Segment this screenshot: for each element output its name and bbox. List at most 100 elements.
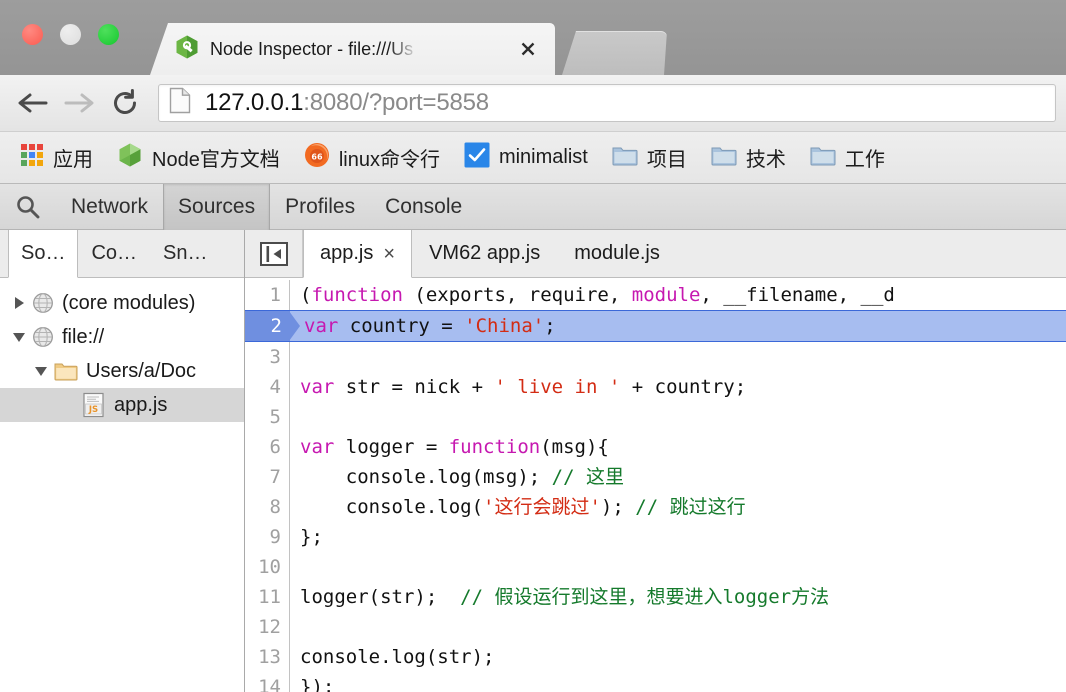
code-text: var logger = function(msg){ (290, 432, 609, 462)
reload-button[interactable] (102, 80, 148, 126)
line-number[interactable]: 10 (245, 552, 290, 582)
code-token-pl: logger = (334, 436, 449, 458)
collapse-sidebar-icon[interactable] (245, 230, 303, 277)
code-token-com: // 这里 (551, 466, 624, 488)
folder-icon (810, 144, 836, 172)
code-line[interactable]: 4 var str = nick + ' live in ' + country; (245, 372, 1066, 402)
line-number[interactable]: 5 (245, 402, 290, 432)
code-lines: 1 (function (exports, require, module, __… (245, 278, 1066, 692)
line-number[interactable]: 3 (245, 342, 290, 372)
code-line[interactable]: 5 (245, 402, 1066, 432)
line-number[interactable]: 12 (245, 612, 290, 642)
bookmark-label: minimalist (498, 146, 588, 168)
close-window-button[interactable] (22, 24, 43, 45)
code-token-pl: console.log(msg); (300, 466, 552, 488)
code-viewer[interactable]: 1 (function (exports, require, module, __… (245, 278, 1066, 692)
file-tab-app-js[interactable]: app.js × (303, 230, 413, 278)
tree-item-label: (core modules) (62, 291, 196, 314)
code-token-kw: function (311, 284, 403, 306)
chevron-down-icon[interactable] (6, 332, 32, 342)
code-token-pl: ; (544, 315, 556, 337)
tab-console[interactable]: Console (370, 184, 477, 230)
line-number[interactable]: 9 (245, 522, 290, 552)
code-token-kw: module (631, 284, 701, 306)
code-line[interactable]: 11 logger(str); // 假设运行到这里，想要进入logger方法 (245, 582, 1066, 612)
bookmark-apps[interactable]: 应用 (14, 139, 103, 177)
url-path: :8080/?port=5858 (303, 89, 489, 116)
tree-item-app-js[interactable]: JS app.js (0, 388, 244, 422)
code-line[interactable]: 9}; (245, 522, 1066, 552)
line-number[interactable]: 7 (245, 462, 290, 492)
tree-item-users-folder[interactable]: Users/a/Doc (0, 354, 244, 388)
code-line[interactable]: 14}); (245, 672, 1066, 692)
sidebar-tab-snippets[interactable]: Sn… (150, 230, 220, 277)
code-line[interactable]: 8 console.log('这行会跳过'); // 跳过这行 (245, 492, 1066, 522)
line-number[interactable]: 1 (245, 280, 290, 310)
sidebar-tab-sources[interactable]: So… (8, 230, 79, 278)
maximize-window-button[interactable] (98, 24, 119, 45)
search-icon[interactable] (0, 194, 56, 220)
code-line[interactable]: 12 (245, 612, 1066, 642)
document-icon (169, 87, 191, 119)
bookmark-label: 应用 (53, 149, 93, 171)
bookmark-label: Node官方文档 (152, 149, 280, 171)
folder-icon (54, 361, 78, 381)
browser-tab-inactive[interactable] (562, 31, 667, 75)
sidebar-tab-content-scripts[interactable]: Co… (78, 230, 150, 277)
code-line[interactable]: 2 var country = 'China'; (245, 310, 1066, 342)
file-tree: (core modules) file:// Users/a/Doc JS ap… (0, 278, 244, 422)
bookmark-folder-tech[interactable]: 技术 (705, 139, 796, 176)
code-token-pl: }); (300, 676, 335, 692)
sidebar-tab-label: Co… (91, 242, 138, 264)
chevron-down-icon[interactable] (28, 366, 54, 376)
bookmark-node-docs[interactable]: Node官方文档 (111, 138, 290, 178)
browser-tab-title: Node Inspector - file:///Us (210, 38, 414, 59)
bookmark-linux-cmd[interactable]: 66 linux命令行 (298, 138, 450, 178)
file-tab-label: module.js (574, 242, 660, 264)
close-file-tab-button[interactable]: × (383, 244, 395, 264)
code-token-pl: country = (338, 315, 465, 337)
close-tab-button[interactable] (519, 40, 537, 58)
tree-item-core-modules[interactable]: (core modules) (0, 286, 244, 320)
bookmark-folder-work[interactable]: 工作 (804, 139, 895, 176)
node-inspector-icon (174, 34, 200, 65)
code-token-pl: str = nick + (334, 376, 495, 398)
file-tab-vm62-app-js[interactable]: VM62 app.js (412, 230, 557, 277)
svg-text:JS: JS (88, 405, 98, 415)
code-line[interactable]: 13 console.log(str); (245, 642, 1066, 672)
line-number[interactable]: 6 (245, 432, 290, 462)
code-line[interactable]: 3 (245, 342, 1066, 372)
bookmark-minimalist[interactable]: minimalist (458, 138, 598, 178)
line-number[interactable]: 2 (245, 311, 300, 341)
code-line[interactable]: 6 var logger = function(msg){ (245, 432, 1066, 462)
line-number[interactable]: 8 (245, 492, 290, 522)
file-tab-module-js[interactable]: module.js (557, 230, 677, 277)
code-text: console.log(str); (290, 642, 494, 672)
code-line[interactable]: 7 console.log(msg); // 这里 (245, 462, 1066, 492)
address-bar[interactable]: 127.0.0.1:8080/?port=5858 (158, 84, 1056, 122)
minimize-window-button[interactable] (60, 24, 81, 45)
tab-profiles[interactable]: Profiles (270, 184, 370, 230)
code-line[interactable]: 1 (function (exports, require, module, __… (245, 280, 1066, 310)
folder-icon (711, 144, 737, 172)
tab-label: Profiles (285, 194, 356, 218)
line-number[interactable]: 11 (245, 582, 290, 612)
code-token-pl: ( (300, 284, 312, 306)
tree-item-label: app.js (114, 393, 168, 416)
line-number[interactable]: 4 (245, 372, 290, 402)
line-number[interactable]: 14 (245, 672, 290, 692)
back-button[interactable] (10, 80, 56, 126)
tab-label: Console (385, 194, 463, 218)
tab-network[interactable]: Network (56, 184, 163, 230)
chevron-right-icon[interactable] (6, 297, 32, 309)
code-text: console.log('这行会跳过'); // 跳过这行 (290, 492, 746, 522)
tab-sources[interactable]: Sources (163, 183, 271, 230)
bookmark-label: 项目 (646, 149, 687, 171)
code-line[interactable]: 10 (245, 552, 1066, 582)
tree-item-file-root[interactable]: file:// (0, 320, 244, 354)
bookmark-folder-projects[interactable]: 项目 (606, 139, 697, 176)
line-number[interactable]: 13 (245, 642, 290, 672)
browser-tab-active[interactable]: Node Inspector - file:///Us (150, 23, 555, 75)
apps-grid-icon (20, 143, 44, 173)
